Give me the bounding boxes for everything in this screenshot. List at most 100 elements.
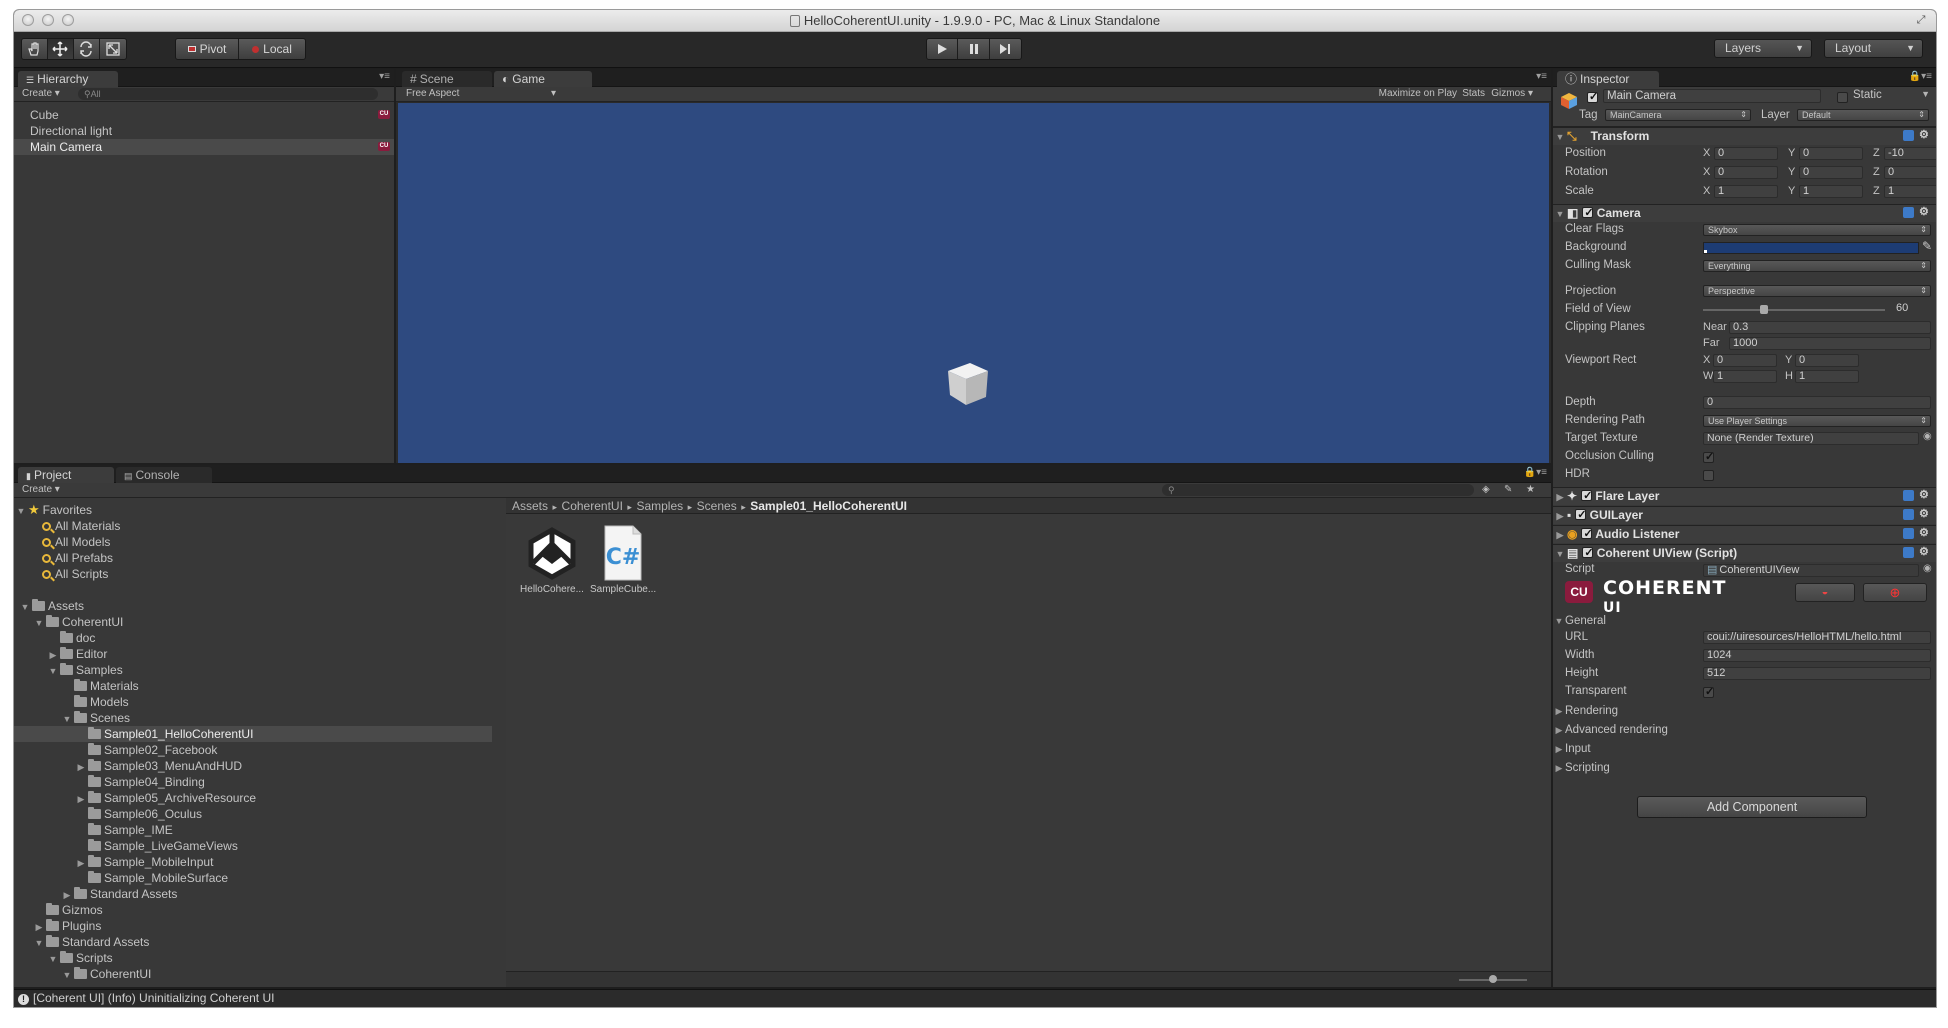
help-book-icon[interactable] (1903, 207, 1914, 218)
maximize-on-play-toggle[interactable]: Maximize on Play (1379, 87, 1457, 101)
asset-item-script[interactable]: C# SampleCube... (590, 524, 656, 595)
tab-project[interactable]: ▮ Project (18, 467, 114, 483)
target-texture-field[interactable]: None (Render Texture) (1703, 432, 1919, 445)
breadcrumb-item[interactable]: Sample01_HelloCoherentUI (750, 499, 907, 513)
slider-thumb[interactable] (1489, 975, 1497, 983)
layers-dropdown[interactable]: Layers ▼ (1714, 39, 1812, 58)
hierarchy-item-directional-light[interactable]: Directional light (14, 123, 394, 139)
object-picker-icon[interactable]: ◉ (1923, 563, 1932, 574)
add-component-button[interactable]: Add Component (1637, 796, 1867, 818)
folder-item[interactable]: ▶ Editor (14, 646, 492, 662)
url-input[interactable]: coui://uiresources/HelloHTML/hello.html (1703, 631, 1931, 644)
breadcrumb-item[interactable]: Assets (512, 499, 548, 513)
stats-toggle[interactable]: Stats (1462, 87, 1485, 101)
favorite-star-icon[interactable]: ★ (1526, 483, 1535, 497)
folder-item[interactable]: ▼ CoherentUI (14, 966, 492, 982)
coherent-bug-button[interactable]: ◒ (1795, 583, 1855, 602)
favorite-all-models[interactable]: All Models (14, 534, 492, 550)
scale-y-input[interactable]: 1 (1799, 185, 1863, 198)
fold-open-icon[interactable]: ▼ (46, 951, 60, 967)
gear-icon[interactable]: ⚙ (1919, 130, 1930, 141)
projection-dropdown[interactable]: Perspective ⇕ (1703, 285, 1931, 297)
rotation-z-input[interactable]: 0 (1884, 166, 1936, 179)
section-foldout[interactable]: ▶ Input (1553, 741, 1936, 757)
scale-z-input[interactable]: 1 (1884, 185, 1936, 198)
width-input[interactable]: 1024 (1703, 649, 1931, 662)
folder-item[interactable]: Models (14, 694, 492, 710)
step-button[interactable] (990, 39, 1021, 59)
viewport-x-input[interactable]: 0 (1713, 354, 1777, 367)
slider-thumb[interactable] (1760, 305, 1769, 314)
tab-scene[interactable]: # Scene (402, 71, 492, 87)
background-color-swatch[interactable] (1703, 242, 1919, 254)
static-checkbox[interactable] (1837, 91, 1848, 105)
coherent-enabled-checkbox[interactable] (1582, 545, 1594, 562)
folder-item[interactable]: ▼ Assets (14, 598, 492, 614)
fold-closed-icon[interactable]: ▶ (60, 887, 74, 903)
help-book-icon[interactable] (1903, 130, 1914, 141)
object-picker-icon[interactable]: ◉ (1923, 431, 1932, 442)
help-book-icon[interactable] (1903, 547, 1914, 558)
guilayer-header[interactable]: ▶▪ GUILayer ⚙ (1553, 506, 1936, 524)
folder-item[interactable]: Gizmos (14, 902, 492, 918)
far-input[interactable]: 1000 (1729, 337, 1931, 350)
gear-icon[interactable]: ⚙ (1919, 528, 1930, 539)
favorite-all-materials[interactable]: All Materials (14, 518, 492, 534)
general-foldout[interactable]: ▼ General (1553, 613, 1936, 629)
hand-tool-button[interactable] (22, 39, 48, 59)
filter-by-label-icon[interactable]: ✎ (1504, 483, 1512, 497)
panel-menu-icon[interactable]: ▾≡ (379, 71, 390, 82)
fold-closed-icon[interactable]: ▶ (74, 791, 88, 807)
coherent-help-button[interactable]: ⊕ (1863, 583, 1927, 602)
section-foldout[interactable]: ▶ Advanced rendering (1553, 722, 1936, 738)
object-name-input[interactable]: Main Camera (1603, 89, 1821, 103)
fold-closed-icon[interactable]: ▶ (32, 919, 46, 935)
breadcrumb-item[interactable]: CoherentUI (562, 499, 623, 513)
active-checkbox[interactable] (1587, 90, 1598, 105)
flare-enabled-checkbox[interactable] (1581, 488, 1592, 505)
tab-console[interactable]: ▤ Console (116, 467, 212, 483)
tab-game[interactable]: ◐ Game (494, 71, 592, 87)
position-y-input[interactable]: 0 (1799, 147, 1863, 160)
transparent-checkbox[interactable] (1703, 685, 1714, 700)
hierarchy-item-main-camera[interactable]: Main Camera CU (14, 139, 394, 155)
fold-open-icon[interactable]: ▼ (60, 711, 74, 727)
fold-closed-icon[interactable]: ▶ (74, 759, 88, 775)
coherent-uiview-header[interactable]: ▼▤ Coherent UIView (Script) ⚙ (1553, 544, 1936, 562)
panel-menu-icon[interactable]: 🔒▾≡ (1524, 467, 1547, 478)
eyedropper-icon[interactable]: ✎ (1922, 239, 1932, 253)
guilayer-enabled-checkbox[interactable] (1575, 507, 1586, 524)
folder-item[interactable]: ▶ Sample05_ArchiveResource (14, 790, 492, 806)
minimize-window-button[interactable] (42, 14, 54, 26)
folder-item[interactable]: Sample_IME (14, 822, 492, 838)
breadcrumb-item[interactable]: Scenes (697, 499, 737, 513)
favorites-header[interactable]: ▼ ★ Favorites (14, 502, 492, 518)
folder-item[interactable]: Materials (14, 678, 492, 694)
favorite-all-prefabs[interactable]: All Prefabs (14, 550, 492, 566)
layout-dropdown[interactable]: Layout ▼ (1824, 39, 1923, 58)
fold-closed-icon[interactable]: ▶ (46, 647, 60, 663)
viewport-h-input[interactable]: 1 (1795, 370, 1859, 383)
static-dropdown-icon[interactable]: ▼ (1921, 89, 1930, 99)
clear-flags-dropdown[interactable]: Skybox ⇕ (1703, 224, 1931, 236)
help-book-icon[interactable] (1903, 509, 1914, 520)
folder-item[interactable]: ▼ Samples (14, 662, 492, 678)
gear-icon[interactable]: ⚙ (1919, 547, 1930, 558)
folder-item[interactable]: ▶ Standard Assets (14, 886, 492, 902)
fullscreen-icon[interactable]: ⤢ (1914, 14, 1928, 27)
folder-item[interactable]: ▼ Scenes (14, 710, 492, 726)
rotation-x-input[interactable]: 0 (1714, 166, 1778, 179)
culling-mask-dropdown[interactable]: Everything ⇕ (1703, 260, 1931, 272)
occlusion-culling-checkbox[interactable] (1703, 450, 1714, 465)
folder-item[interactable]: ▼ Standard Assets (14, 934, 492, 950)
folder-item[interactable]: Sample_MobileSurface (14, 870, 492, 886)
rotation-y-input[interactable]: 0 (1799, 166, 1863, 179)
folder-item[interactable]: Sample06_Oculus (14, 806, 492, 822)
folder-item[interactable]: Sample_LiveGameViews (14, 838, 492, 854)
tab-inspector[interactable]: ⓘ Inspector (1557, 71, 1659, 87)
asset-item-scene[interactable]: HelloCohere... (520, 524, 584, 595)
scale-tool-button[interactable] (100, 39, 126, 59)
fold-open-icon[interactable]: ▼ (60, 967, 74, 983)
folder-item[interactable]: ▼ CoherentUI (14, 614, 492, 630)
transform-header[interactable]: ▼ ⤡ Transform ⚙ (1553, 127, 1936, 145)
